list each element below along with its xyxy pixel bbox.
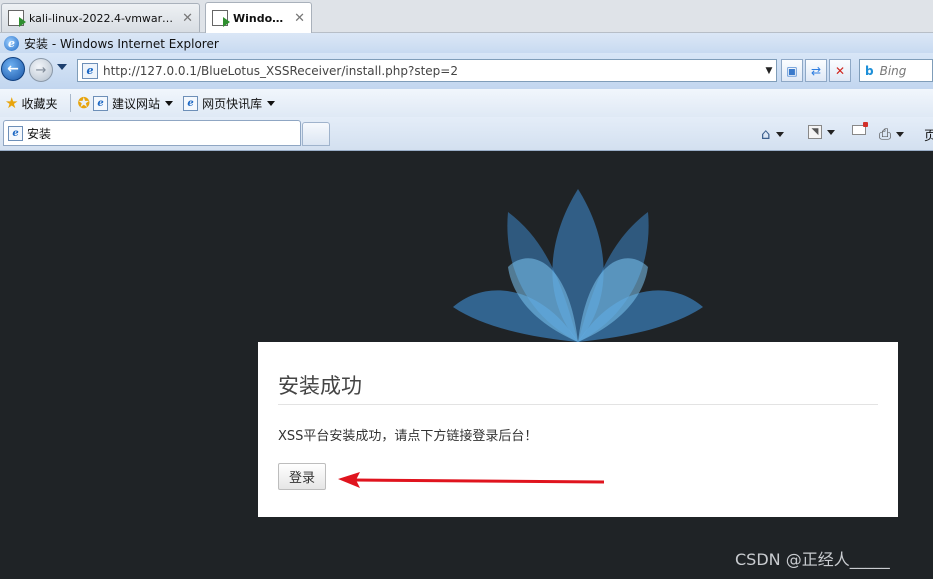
close-icon[interactable]: ✕ [182,11,193,26]
divider [70,94,72,112]
page-menu-label: 页 [924,129,933,144]
vm-tab-label: kali-linux-2022.4-vmware-am... [29,11,179,25]
star-icon: ★ [5,94,19,112]
page-content: 安装成功 XSS平台安装成功，请点下方链接登录后台！ 登录 CSDN @正经人_… [0,151,933,579]
add-favorite-icon[interactable]: ✪ [77,94,90,112]
divider [278,404,878,405]
address-url[interactable]: http://127.0.0.1/BlueLotus_XSSReceiver/i… [103,64,762,78]
favorites-label: 收藏夹 [21,96,58,111]
back-button[interactable]: ← [1,57,25,81]
address-dropdown-icon[interactable]: ▼ [762,60,776,81]
chevron-down-icon [267,100,276,106]
ie-logo-icon: e [4,35,19,51]
vm-power-icon [212,10,230,27]
chevron-down-icon [827,129,835,135]
vm-tab-label: Windows7 [233,11,290,25]
ie-page-icon: e [183,95,199,111]
printer-icon: ⎙ [879,125,892,143]
chevron-down-icon [775,131,784,137]
read-mail-button[interactable] [852,122,868,135]
vm-power-icon [8,10,26,27]
favorite-label: 网页快讯库 [202,96,263,111]
favorite-web-slice-gallery[interactable]: e 网页快讯库 [183,95,276,112]
compatibility-icon: ▣ [786,63,798,78]
stop-button[interactable]: ✕ [829,59,851,82]
vmware-tab-strip: kali-linux-2022.4-vmware-am... ✕ Windows… [0,0,933,33]
chevron-down-icon [896,131,905,137]
login-button[interactable]: 登录 [278,463,326,490]
favorite-label: 建议网站 [112,96,161,111]
vm-tab-windows7[interactable]: Windows7 ✕ [205,2,312,33]
rss-icon: ◥ [808,125,822,139]
chevron-down-icon [165,100,174,106]
success-message: XSS平台安装成功，请点下方链接登录后台！ [278,429,538,444]
home-button[interactable]: ⌂ [761,125,784,143]
csdn-watermark: CSDN @正经人_____ [735,550,890,569]
refresh-icon: ⇄ [810,63,822,78]
compatibility-view-button[interactable]: ▣ [781,59,803,82]
ie-page-icon: e [8,125,23,141]
ie-page-icon: e [93,95,109,111]
address-bar[interactable]: e http://127.0.0.1/BlueLotus_XSSReceiver… [77,59,777,82]
favorites-bar: ★ 收藏夹 ✪ e 建议网站 e 网页快讯库 [0,89,933,117]
tab-label: 安装 [27,126,52,141]
home-icon: ⌂ [761,125,771,143]
red-arrow-annotation [338,472,605,488]
window-title-bar: e 安装 - Windows Internet Explorer [0,33,933,53]
window-title: 安装 - Windows Internet Explorer [24,36,219,51]
bing-logo-icon: b [865,63,874,78]
lotus-logo-icon [453,189,703,342]
search-placeholder: Bing [879,63,907,78]
favorites-button[interactable]: ★ 收藏夹 [5,94,57,112]
stop-icon: ✕ [834,63,846,78]
new-tab-button[interactable] [302,122,330,146]
browser-tab-strip: e 安装 ⌂ ◥ ⎙ 页 [0,117,933,151]
favorite-suggested-sites[interactable]: e 建议网站 [93,95,174,112]
recent-pages-dropdown-icon[interactable] [57,64,67,70]
feeds-button[interactable]: ◥ [808,125,835,139]
back-arrow-icon: ← [7,61,19,77]
arrow-shaft [353,478,605,484]
refresh-button[interactable]: ⇄ [805,59,827,82]
print-button[interactable]: ⎙ [879,125,905,143]
tab-install[interactable]: e 安装 [3,120,301,146]
mail-icon [852,122,868,135]
forward-button[interactable]: → [29,58,53,82]
forward-arrow-icon: → [35,62,47,78]
vm-tab-kali[interactable]: kali-linux-2022.4-vmware-am... ✕ [1,3,200,32]
page-menu-button[interactable]: 页 [924,125,933,144]
navigation-bar: ← → e http://127.0.0.1/BlueLotus_XSSRece… [0,53,933,89]
close-icon[interactable]: ✕ [294,11,305,26]
panel-title: 安装成功 [278,374,362,398]
search-box[interactable]: b Bing [859,59,933,82]
page-icon: e [82,62,98,79]
